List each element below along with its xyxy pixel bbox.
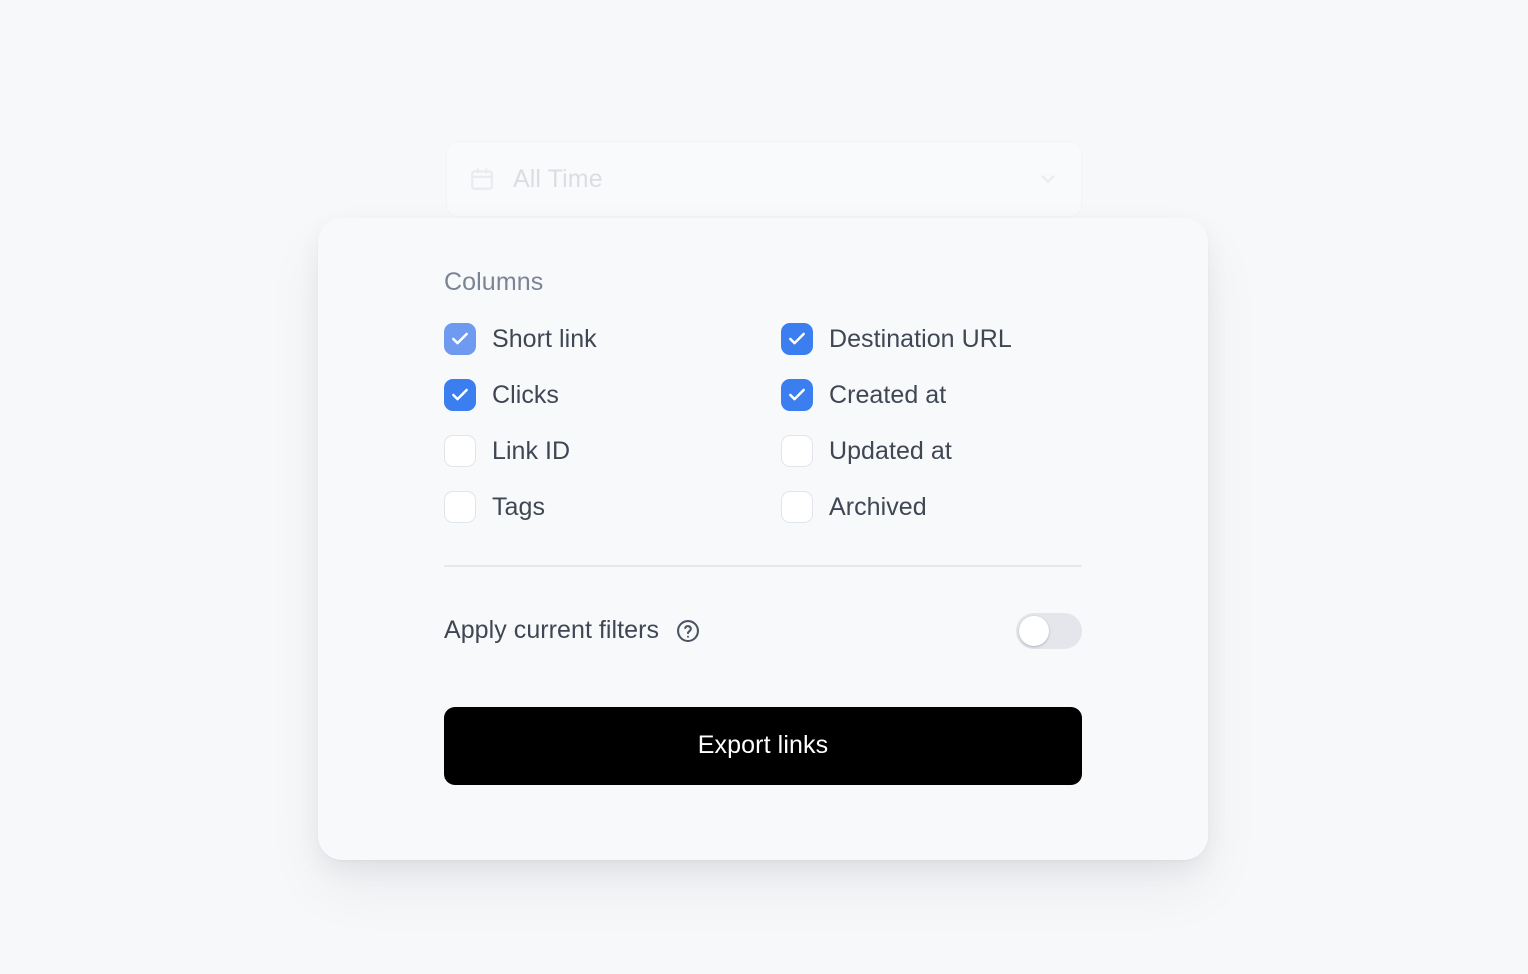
- checkbox-row-short-link[interactable]: Short link: [444, 323, 781, 355]
- checkbox-created-at[interactable]: [781, 379, 813, 411]
- checkbox-row-link-id[interactable]: Link ID: [444, 435, 781, 467]
- checkbox-row-updated-at[interactable]: Updated at: [781, 435, 1082, 467]
- checkbox-label-destination-url: Destination URL: [829, 324, 1012, 353]
- columns-checkbox-grid: Short link Destination URL Clicks Create…: [444, 323, 1082, 523]
- checkbox-label-updated-at: Updated at: [829, 436, 952, 465]
- section-divider: [444, 565, 1082, 567]
- checkbox-row-destination-url[interactable]: Destination URL: [781, 323, 1082, 355]
- checkbox-label-created-at: Created at: [829, 380, 947, 409]
- checkbox-archived[interactable]: [781, 491, 813, 523]
- checkbox-tags[interactable]: [444, 491, 476, 523]
- checkbox-row-archived[interactable]: Archived: [781, 491, 1082, 523]
- checkbox-link-id[interactable]: [444, 435, 476, 467]
- export-links-button[interactable]: Export links: [444, 706, 1082, 785]
- checkbox-label-archived: Archived: [829, 492, 927, 521]
- checkbox-destination-url[interactable]: [781, 323, 813, 355]
- checkbox-clicks[interactable]: [444, 379, 476, 411]
- check-icon: [789, 332, 805, 345]
- columns-section-title: Columns: [444, 268, 544, 296]
- apply-current-filters-label: Apply current filters: [444, 616, 660, 644]
- chevron-down-icon: [1037, 168, 1059, 190]
- check-icon: [789, 388, 805, 401]
- checkbox-label-short-link: Short link: [492, 324, 597, 353]
- date-range-value: All Time: [513, 164, 603, 193]
- checkbox-label-tags: Tags: [492, 492, 546, 521]
- checkbox-row-tags[interactable]: Tags: [444, 491, 781, 523]
- date-range-picker[interactable]: All Time: [446, 141, 1082, 217]
- toggle-knob: [1019, 615, 1049, 646]
- checkbox-row-clicks[interactable]: Clicks: [444, 379, 781, 411]
- check-icon: [452, 332, 468, 345]
- export-links-modal: Columns Short link Destination URL Click…: [318, 218, 1208, 860]
- help-circle-icon[interactable]: [675, 618, 701, 644]
- checkbox-short-link[interactable]: [444, 323, 476, 355]
- checkbox-updated-at[interactable]: [781, 435, 813, 467]
- apply-current-filters-toggle[interactable]: [1016, 612, 1082, 649]
- apply-current-filters-row: Apply current filters: [444, 612, 1082, 649]
- checkbox-row-created-at[interactable]: Created at: [781, 379, 1082, 411]
- checkbox-label-link-id: Link ID: [492, 436, 571, 465]
- calendar-icon: [469, 166, 495, 192]
- check-icon: [452, 388, 468, 401]
- modal-content: Columns Short link Destination URL Click…: [444, 270, 1082, 785]
- checkbox-label-clicks: Clicks: [492, 380, 559, 409]
